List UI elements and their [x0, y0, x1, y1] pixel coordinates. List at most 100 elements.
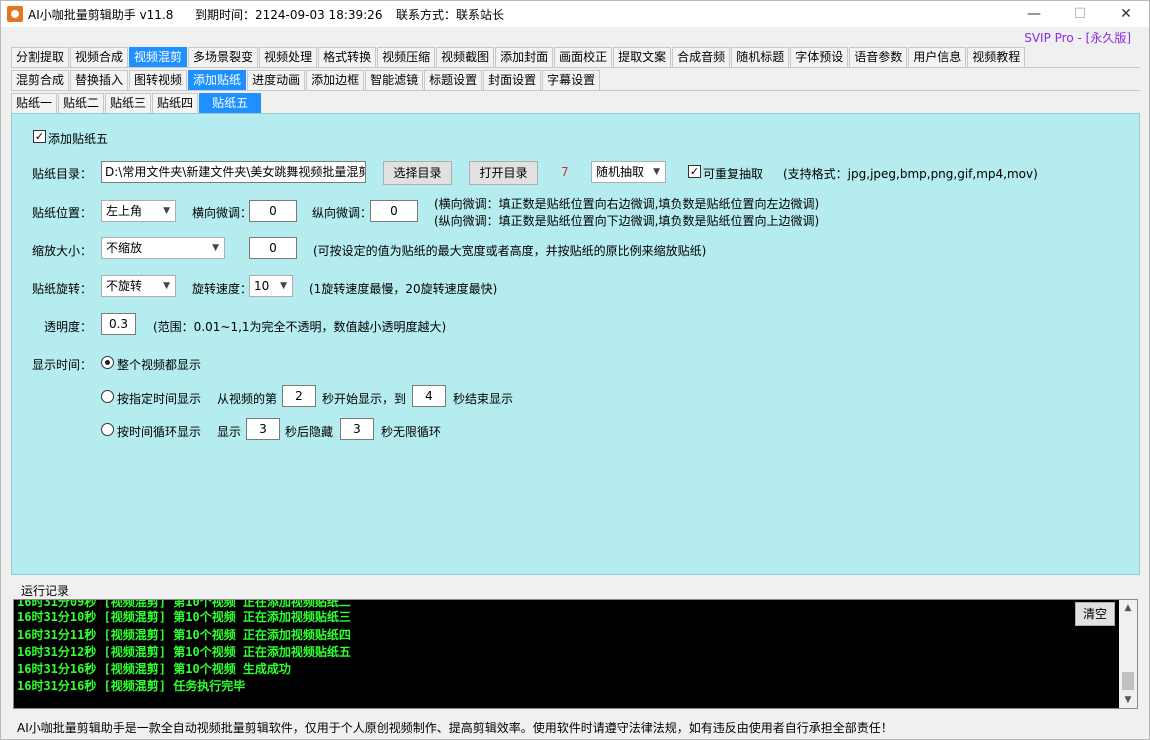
subtab-image-to-video[interactable]: 图转视频 [129, 70, 188, 90]
subtab-cover-settings[interactable]: 封面设置 [483, 70, 542, 90]
choose-dir-button[interactable]: 选择目录 [383, 161, 452, 185]
sticker-settings-panel: ✓ 添加贴纸五 贴纸目录： D:\常用文件夹\新建文件夹\美女跳舞视频批量混剪 … [11, 113, 1140, 575]
h-adjust-label: 横向微调： [192, 206, 253, 220]
tab-random-title[interactable]: 随机标题 [731, 47, 790, 67]
subtab-smart-filter[interactable]: 智能滤镜 [365, 70, 424, 90]
display-loop-label: 按时间循环显示 [117, 425, 202, 439]
range-from-input[interactable]: 2 [282, 385, 316, 407]
position-select[interactable]: 左上角 ▼ [101, 200, 176, 222]
tab-video-screenshot[interactable]: 视频截图 [436, 47, 495, 67]
loop-hide-input[interactable]: 3 [340, 418, 374, 440]
chevron-down-icon: ▼ [280, 281, 287, 291]
log-line: 16时31分10秒 [视频混剪] 第10个视频 正在添加视频贴纸三 [17, 610, 351, 624]
rotate-label: 贴纸旋转： [32, 282, 93, 296]
svip-badge: SVIP Pro - [永久版] [1024, 31, 1131, 45]
expiry-time: 到期时间：2124-09-03 18:39:26 [195, 8, 383, 22]
rotate-speed-hint: (1旋转速度最慢，20旋转速度最快) [309, 282, 498, 296]
rotate-value: 不旋转 [106, 279, 143, 293]
divider [11, 67, 1140, 68]
chevron-down-icon: ▼ [163, 281, 170, 291]
rotate-select[interactable]: 不旋转 ▼ [101, 275, 176, 297]
title-bar: AI小咖批量剪辑助手 v11.8 到期时间：2124-09-03 18:39:2… [1, 1, 1149, 27]
v-adjust-label: 纵向微调： [312, 206, 373, 220]
subtab-remix-merge[interactable]: 混剪合成 [11, 70, 70, 90]
tab-split-extract[interactable]: 分割提取 [11, 47, 70, 67]
subtab-title-settings[interactable]: 标题设置 [424, 70, 483, 90]
tab-image-correct[interactable]: 画面校正 [554, 47, 613, 67]
display-range-radio[interactable] [101, 390, 114, 403]
sticker-count: 7 [561, 165, 569, 179]
tab-merge-audio[interactable]: 合成音频 [672, 47, 731, 67]
v-adjust-input[interactable]: 0 [370, 200, 418, 222]
clear-log-button[interactable]: 清空 [1075, 602, 1115, 626]
minimize-button[interactable]: — [1011, 1, 1057, 27]
tab-voice-params[interactable]: 语音参数 [849, 47, 908, 67]
sticker-tab-4[interactable]: 贴纸四 [152, 93, 199, 113]
sticker-tab-1[interactable]: 贴纸一 [11, 93, 58, 113]
subtab-subtitle-settings[interactable]: 字幕设置 [542, 70, 601, 90]
footer-disclaimer: AI小咖批量剪辑助手是一款全自动视频批量剪辑软件，仅用于个人原创视频制作、提高剪… [17, 721, 893, 735]
tab-video-compress[interactable]: 视频压缩 [377, 47, 436, 67]
opacity-label: 透明度： [44, 320, 93, 334]
opacity-input[interactable]: 0.3 [101, 313, 136, 335]
tab-video-process[interactable]: 视频处理 [259, 47, 318, 67]
chevron-down-icon: ▼ [163, 206, 170, 216]
contact-info: 联系方式：联系站长 [396, 8, 505, 22]
display-all-label: 整个视频都显示 [117, 358, 202, 372]
pick-mode-select[interactable]: 随机抽取 ▼ [591, 161, 666, 183]
tab-extract-text[interactable]: 提取文案 [613, 47, 672, 67]
log-line: 16时31分16秒 [视频混剪] 任务执行完毕 [17, 679, 246, 693]
log-scrollbar[interactable]: ▲ ▼ [1119, 600, 1137, 708]
close-button[interactable]: ✕ [1103, 1, 1149, 27]
subtab-replace-insert[interactable]: 替换插入 [70, 70, 129, 90]
main-tabs: 分割提取 视频合成 视频混剪 多场景裂变 视频处理 格式转换 视频压缩 视频截图… [11, 47, 1026, 67]
sticker-tab-5[interactable]: 贴纸五 [199, 93, 262, 113]
position-value: 左上角 [106, 204, 143, 218]
sticker-tab-3[interactable]: 贴纸三 [105, 93, 152, 113]
app-title: AI小咖批量剪辑助手 v11.8 [28, 8, 174, 22]
scroll-up-icon[interactable]: ▲ [1119, 600, 1137, 616]
tab-multi-scene[interactable]: 多场景裂变 [188, 47, 259, 67]
subtab-progress-anim[interactable]: 进度动画 [247, 70, 306, 90]
sticker-tab-2[interactable]: 贴纸二 [58, 93, 105, 113]
subtab-add-sticker[interactable]: 添加贴纸 [188, 70, 247, 90]
rotate-speed-value: 10 [254, 279, 270, 293]
log-title: 运行记录 [21, 584, 70, 598]
log-line: 16时31分16秒 [视频混剪] 第10个视频 生成成功 [17, 662, 291, 676]
scale-value: 不缩放 [106, 241, 143, 255]
loop-show-input[interactable]: 3 [246, 418, 280, 440]
log-line: 16时31分12秒 [视频混剪] 第10个视频 正在添加视频贴纸五 [17, 645, 351, 659]
tab-video-remix[interactable]: 视频混剪 [129, 47, 188, 67]
repeat-pick-label: 可重复抽取 [703, 167, 764, 181]
rotate-speed-select[interactable]: 10 ▼ [249, 275, 293, 297]
display-loop-radio[interactable] [101, 423, 114, 436]
scale-num-input[interactable]: 0 [249, 237, 297, 259]
h-adjust-input[interactable]: 0 [249, 200, 297, 222]
repeat-pick-checkbox[interactable]: ✓ [688, 165, 701, 178]
divider [11, 90, 1140, 91]
range-to-input[interactable]: 4 [412, 385, 446, 407]
maximize-button[interactable]: ☐ [1057, 1, 1103, 27]
opacity-hint: (范围：0.01~1,1为完全不透明，数值越小透明度越大) [153, 320, 447, 334]
enable-sticker-checkbox[interactable]: ✓ [33, 130, 46, 143]
tab-video-merge[interactable]: 视频合成 [70, 47, 129, 67]
tab-video-tutorial[interactable]: 视频教程 [967, 47, 1026, 67]
scroll-thumb[interactable] [1122, 672, 1134, 690]
log-output[interactable]: 16时31分09秒 [视频混剪] 第10个视频 正在添加视频贴纸二 16时31分… [13, 599, 1138, 709]
v-adjust-hint: (纵向微调：填正数是贴纸位置向下边微调,填负数是贴纸位置向上边微调) [434, 214, 820, 228]
h-adjust-hint: (横向微调：填正数是贴纸位置向右边微调,填负数是贴纸位置向左边微调) [434, 197, 820, 211]
scroll-down-icon[interactable]: ▼ [1119, 692, 1137, 708]
tab-font-preset[interactable]: 字体预设 [790, 47, 849, 67]
display-range-label: 按指定时间显示 [117, 392, 202, 406]
app-logo-icon [7, 6, 23, 22]
scale-select[interactable]: 不缩放 ▼ [101, 237, 225, 259]
tab-format-convert[interactable]: 格式转换 [318, 47, 377, 67]
sticker-dir-input[interactable]: D:\常用文件夹\新建文件夹\美女跳舞视频批量混剪 [101, 161, 366, 183]
tab-user-info[interactable]: 用户信息 [908, 47, 967, 67]
subtab-add-border[interactable]: 添加边框 [306, 70, 365, 90]
tab-add-cover[interactable]: 添加封面 [495, 47, 554, 67]
chevron-down-icon: ▼ [653, 167, 660, 177]
display-all-radio[interactable] [101, 356, 114, 369]
position-label: 贴纸位置： [32, 206, 93, 220]
open-dir-button[interactable]: 打开目录 [469, 161, 538, 185]
